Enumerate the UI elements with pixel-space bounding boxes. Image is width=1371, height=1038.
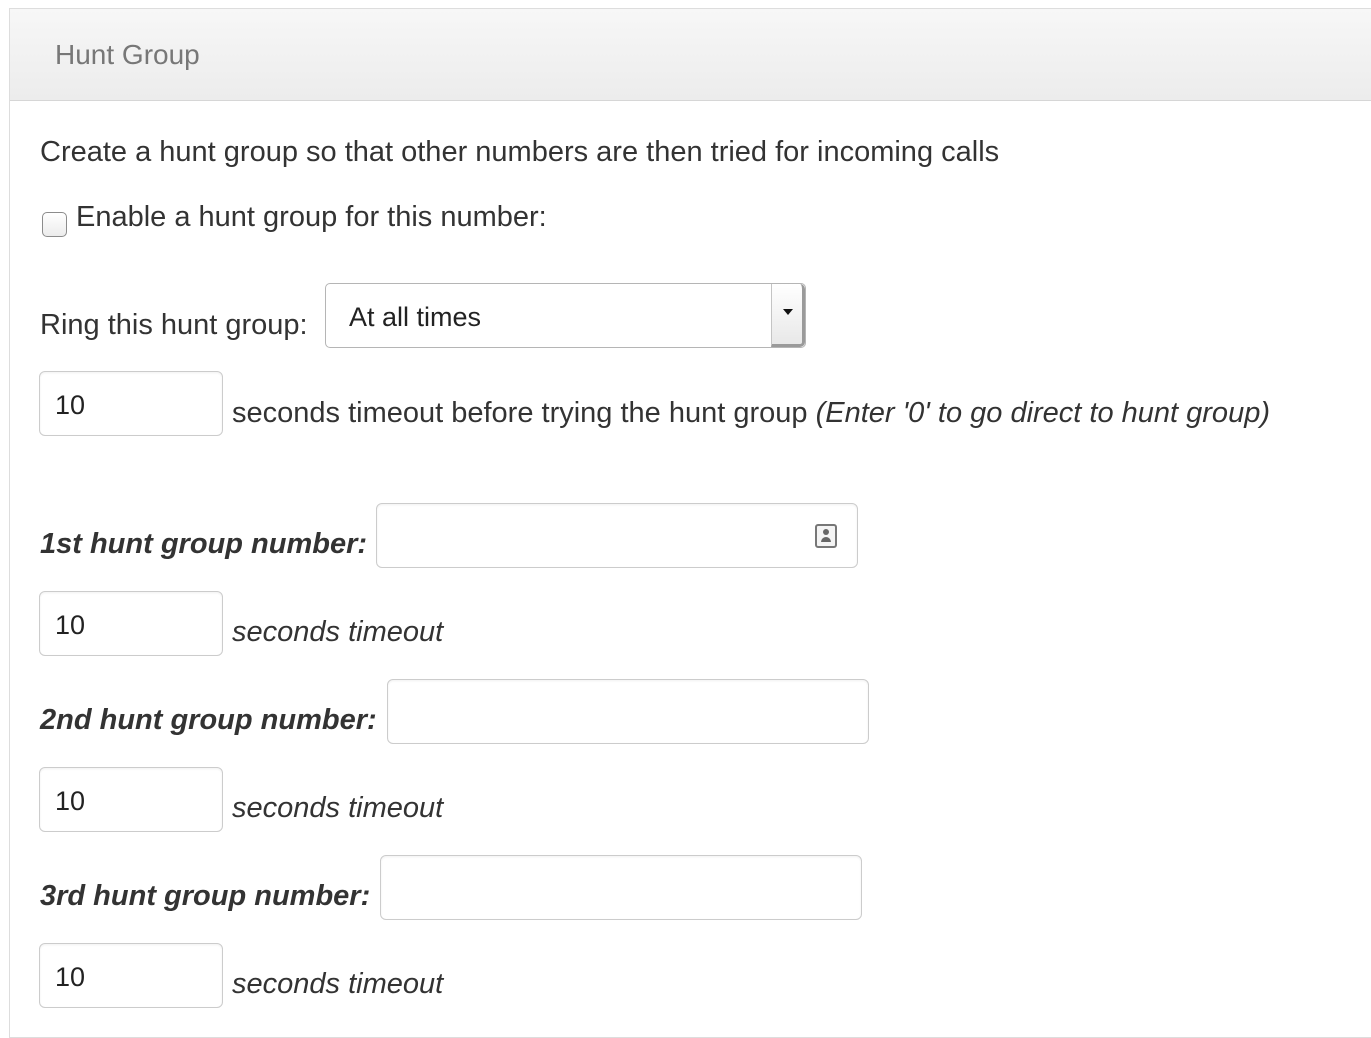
panel-title: Hunt Group [55, 39, 200, 70]
initial-timeout-hint: (Enter '0' to go direct to hunt group) [815, 397, 1270, 429]
ring-schedule-select[interactable]: At all times [325, 283, 806, 348]
initial-timeout-label-text: seconds timeout before trying the hunt g… [232, 397, 808, 429]
initial-timeout-value: 10 [55, 390, 86, 420]
hunt-number-2-timeout-label: seconds timeout [232, 792, 444, 824]
initial-timeout-label: seconds timeout before trying the hunt g… [232, 397, 1270, 430]
hunt-number-1-label: 1st hunt group number: [40, 528, 368, 560]
contact-card-icon[interactable] [815, 524, 837, 548]
ring-schedule-value: At all times [349, 302, 482, 332]
hunt-number-1-input[interactable] [376, 503, 858, 568]
hunt-number-1-timeout-input[interactable]: 10 [39, 591, 223, 656]
hunt-number-2-timeout-input[interactable]: 10 [39, 767, 223, 832]
description-text: Create a hunt group so that other number… [40, 136, 1000, 168]
hunt-number-3-timeout-value: 10 [55, 962, 86, 992]
hunt-number-2-timeout-value: 10 [55, 786, 86, 816]
hunt-number-1-timeout-label: seconds timeout [232, 616, 444, 648]
chevron-down-icon[interactable] [771, 284, 805, 347]
hunt-number-3-timeout-label: seconds timeout [232, 968, 444, 1000]
hunt-number-2-label: 2nd hunt group number: [40, 704, 377, 736]
ring-hunt-group-label: Ring this hunt group: [40, 309, 308, 341]
initial-timeout-input[interactable]: 10 [39, 371, 223, 436]
enable-hunt-group-label: Enable a hunt group for this number: [76, 201, 547, 233]
hunt-number-3-label: 3rd hunt group number: [40, 880, 371, 912]
hunt-number-2-input[interactable] [387, 679, 869, 744]
hunt-number-1-timeout-value: 10 [55, 610, 86, 640]
panel-header: Hunt Group [10, 9, 1371, 101]
hunt-number-3-input[interactable] [380, 855, 862, 920]
hunt-number-3-timeout-input[interactable]: 10 [39, 943, 223, 1008]
enable-hunt-group-checkbox[interactable] [42, 212, 67, 237]
